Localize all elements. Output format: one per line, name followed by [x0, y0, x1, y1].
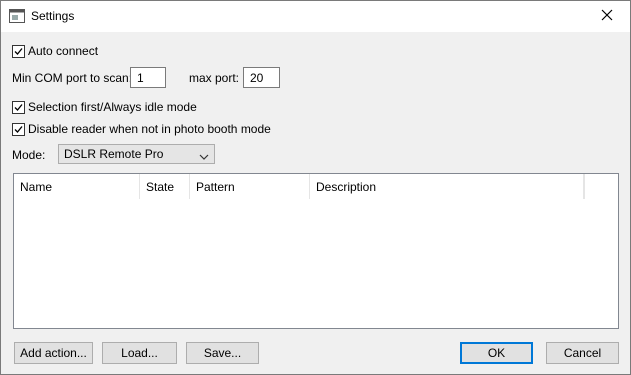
window-title: Settings [31, 9, 75, 23]
checkmark-icon [14, 125, 23, 133]
table-header: Name State Pattern Description [14, 174, 584, 199]
settings-window-icon [9, 9, 25, 23]
min-com-port-input[interactable]: 1 [130, 67, 166, 88]
column-header-state[interactable]: State [140, 174, 190, 199]
checkmark-icon [14, 103, 23, 111]
max-port-input[interactable]: 20 [243, 67, 280, 88]
chevron-down-icon [199, 150, 209, 164]
mode-dropdown[interactable]: DSLR Remote Pro [58, 144, 215, 164]
disable-reader-row[interactable]: Disable reader when not in photo booth m… [12, 122, 271, 136]
selection-first-checkbox[interactable] [12, 100, 25, 114]
column-header-pattern[interactable]: Pattern [190, 174, 310, 199]
column-header-name[interactable]: Name [14, 174, 140, 199]
add-action-button[interactable]: Add action... [14, 342, 93, 364]
max-port-label: max port: [189, 71, 240, 85]
min-com-port-label: Min COM port to scan: [12, 71, 133, 85]
auto-connect-label: Auto connect [28, 44, 99, 58]
mode-selected-value: DSLR Remote Pro [64, 147, 164, 161]
cancel-button[interactable]: Cancel [546, 342, 619, 364]
close-icon [601, 9, 613, 24]
header-divider [584, 174, 585, 199]
selection-first-row[interactable]: Selection first/Always idle mode [12, 100, 197, 114]
title-bar: Settings [1, 1, 630, 32]
close-button[interactable] [584, 1, 630, 32]
save-button[interactable]: Save... [186, 342, 259, 364]
actions-table[interactable]: Name State Pattern Description [13, 173, 619, 329]
settings-dialog: Settings Auto connect Min COM port to sc… [0, 0, 631, 375]
disable-reader-label: Disable reader when not in photo booth m… [28, 122, 271, 136]
selection-first-label: Selection first/Always idle mode [28, 100, 197, 114]
mode-label: Mode: [12, 148, 46, 162]
load-button[interactable]: Load... [102, 342, 177, 364]
auto-connect-checkbox[interactable] [12, 44, 25, 58]
auto-connect-row[interactable]: Auto connect [12, 44, 98, 58]
ok-button[interactable]: OK [460, 342, 533, 364]
column-header-description[interactable]: Description [310, 174, 584, 199]
checkmark-icon [14, 47, 23, 55]
disable-reader-checkbox[interactable] [12, 122, 25, 136]
